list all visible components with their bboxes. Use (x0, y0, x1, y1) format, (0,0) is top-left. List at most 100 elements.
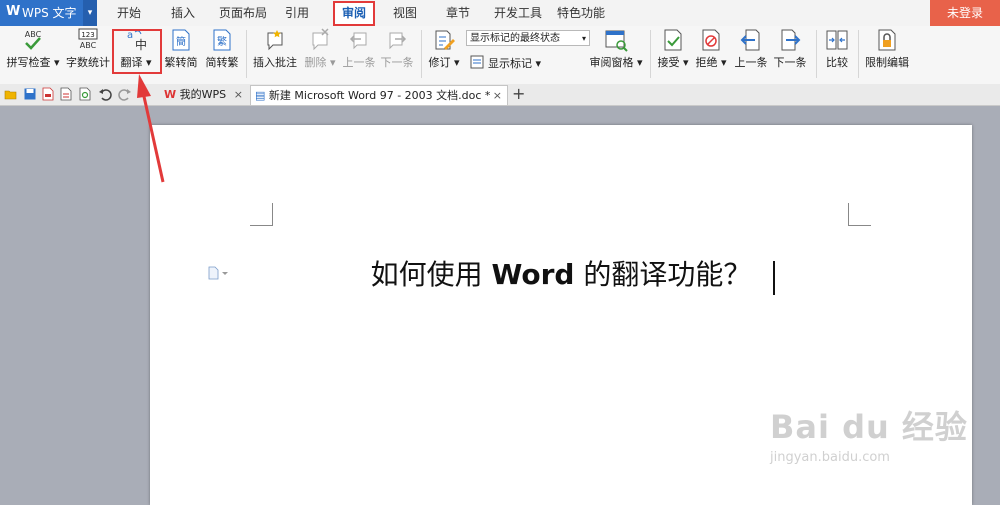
heading-word: Word (491, 258, 575, 291)
prev-comment-button[interactable]: 上一条 (340, 28, 378, 82)
export-pdf-icon[interactable] (41, 87, 55, 101)
next-change-icon (781, 29, 801, 51)
document-heading: 如何使用 Word 的翻译功能？ (150, 253, 972, 293)
spellcheck-label: 拼写检查 ▾ (6, 56, 60, 69)
print-preview-icon[interactable] (78, 87, 92, 101)
accept-label: 接受 ▾ (657, 56, 689, 69)
ribbon-divider (421, 30, 422, 78)
track-changes-label: 修订 ▾ (428, 56, 460, 69)
tab-chapter[interactable]: 章节 (446, 0, 470, 26)
prev-comment-icon (349, 32, 367, 50)
tab-developer[interactable]: 开发工具 (494, 0, 542, 26)
corner-mark (250, 203, 273, 226)
tab-page-layout[interactable]: 页面布局 (219, 0, 267, 26)
simp-to-trad-label: 简转繁 (205, 56, 239, 69)
simp-to-trad-icon-text: 繁 (217, 35, 227, 48)
delete-comment-label: 删除 ▾ (304, 56, 336, 69)
wordcount-button[interactable]: 123 ABC 字数统计 (63, 28, 113, 82)
spellcheck-icon: ABC (25, 30, 42, 50)
delete-comment-icon (312, 28, 329, 51)
compare-icon (826, 30, 848, 50)
ribbon-divider (246, 30, 247, 78)
tab-my-wps-label: 我的WPS (179, 88, 227, 101)
wps-logo-icon: W (6, 4, 21, 19)
reject-button[interactable]: 拒绝 ▾ (692, 28, 730, 82)
save-icon[interactable] (23, 87, 37, 101)
wordcount-icon: 123 ABC (78, 28, 98, 50)
markup-state-select[interactable]: 显示标记的最终状态 ▾ (466, 30, 590, 46)
next-comment-icon (389, 32, 407, 50)
tab-view[interactable]: 视图 (393, 0, 417, 26)
show-markup-button[interactable]: 显示标记 ▾ (470, 54, 542, 70)
app-title: WPS 文字 (22, 6, 77, 20)
next-comment-label: 下一条 (380, 56, 414, 69)
tab-references[interactable]: 引用 (285, 0, 309, 26)
tab-special-features[interactable]: 特色功能 (557, 0, 605, 26)
wordcount-label: 字数统计 (66, 56, 110, 69)
insert-comment-icon (267, 30, 283, 51)
show-markup-label: 显示标记 ▾ (488, 57, 542, 70)
restrict-edit-label: 限制编辑 (865, 56, 909, 69)
tab-my-wps[interactable]: W 我的WPS × (160, 85, 248, 105)
review-pane-label: 审阅窗格 ▾ (589, 56, 643, 69)
watermark-url: jingyan.baidu.com (770, 450, 890, 465)
login-button[interactable]: 未登录 (930, 0, 1000, 26)
review-pane-button[interactable]: 审阅窗格 ▾ (588, 28, 644, 82)
compare-button[interactable]: 比较 (820, 28, 854, 82)
insert-comment-button[interactable]: 插入批注 (250, 28, 300, 82)
chevron-down-icon[interactable]: ▾ (83, 0, 97, 26)
compare-label: 比较 (826, 56, 848, 69)
document-icon: ▤ (255, 89, 266, 102)
chevron-down-icon: ▾ (581, 34, 586, 43)
accept-button[interactable]: 接受 ▾ (654, 28, 692, 82)
heading-text-1: 如何使用 (370, 258, 492, 291)
next-change-label: 下一条 (773, 56, 807, 69)
restrict-edit-button[interactable]: 限制编辑 (862, 28, 912, 82)
next-change-button[interactable]: 下一条 (771, 28, 809, 82)
prev-change-button[interactable]: 上一条 (732, 28, 770, 82)
ribbon-divider (816, 30, 817, 78)
ribbon-divider (858, 30, 859, 78)
tab-document[interactable]: ▤ 新建 Microsoft Word 97 - 2003 文档.doc * × (250, 85, 508, 105)
tab-document-label: 新建 Microsoft Word 97 - 2003 文档.doc * (268, 89, 491, 102)
close-icon[interactable]: × (493, 86, 502, 106)
prev-change-icon (740, 29, 760, 51)
simp-to-trad-button[interactable]: 繁 简转繁 (201, 28, 243, 82)
tab-home[interactable]: 开始 (117, 0, 141, 26)
add-tab-button[interactable]: + (512, 84, 525, 104)
accept-icon (664, 29, 682, 51)
close-icon[interactable]: × (234, 85, 243, 105)
app-menu-button[interactable]: W WPS 文字 ▾ (0, 0, 97, 26)
watermark-logo-text: Bai du 经验 (770, 408, 968, 446)
prev-change-label: 上一条 (734, 56, 768, 69)
heading-text-2: 的翻译功能？ (574, 258, 752, 291)
prev-comment-label: 上一条 (342, 56, 376, 69)
insert-comment-label: 插入批注 (253, 56, 297, 69)
spellcheck-button[interactable]: ABC 拼写检查 ▾ (6, 28, 60, 82)
tab-review[interactable]: 审阅 (333, 1, 376, 26)
text-cursor (773, 261, 775, 295)
undo-icon[interactable] (98, 87, 112, 101)
markup-state-value: 显示标记的最终状态 (470, 33, 560, 44)
document-tab-bar: W 我的WPS × ▤ 新建 Microsoft Word 97 - 2003 … (0, 84, 1000, 106)
print-icon[interactable] (59, 87, 73, 101)
track-changes-icon (435, 30, 455, 50)
redo-icon[interactable] (118, 87, 132, 101)
open-folder-icon[interactable] (4, 87, 18, 101)
track-changes-button[interactable]: 修订 ▾ (425, 28, 463, 82)
trad-to-simp-icon-text: 簡 (176, 35, 186, 48)
tab-insert[interactable]: 插入 (171, 0, 195, 26)
wordcount-icon-text-top: 123 (81, 31, 94, 39)
reject-label: 拒绝 ▾ (695, 56, 727, 69)
lock-icon (878, 29, 896, 51)
simp-to-trad-icon: 繁 (213, 29, 231, 51)
show-markup-icon (470, 55, 484, 69)
trad-to-simp-icon: 簡 (172, 29, 190, 51)
delete-comment-button[interactable]: 删除 ▾ (300, 28, 340, 82)
wps-logo-icon: W (164, 88, 177, 101)
next-comment-button[interactable]: 下一条 (378, 28, 416, 82)
wordcount-icon-text-bottom: ABC (80, 41, 97, 50)
corner-mark (848, 203, 871, 226)
reject-icon (702, 29, 720, 51)
trad-to-simp-button[interactable]: 簡 繁转简 (160, 28, 202, 82)
